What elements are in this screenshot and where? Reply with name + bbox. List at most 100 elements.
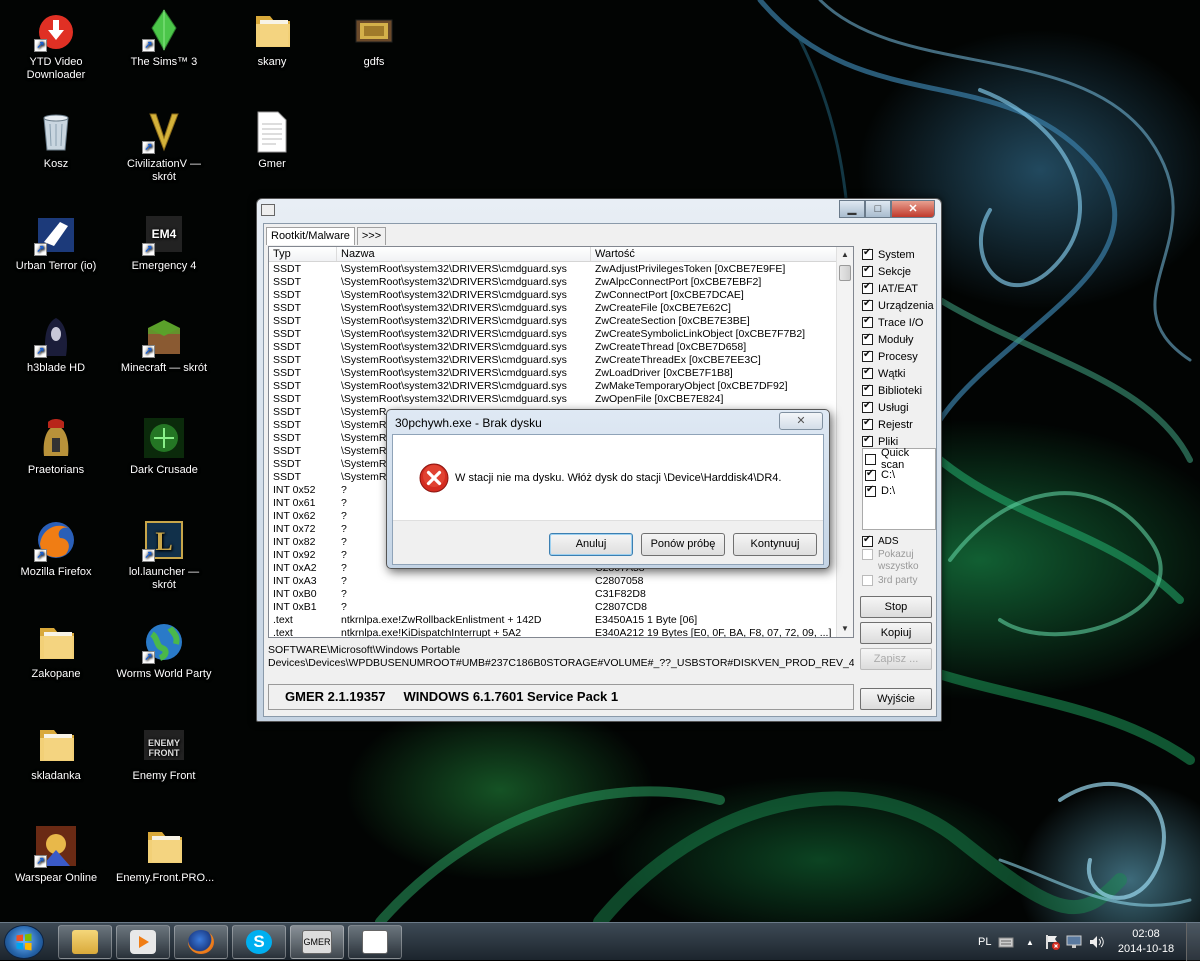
table-row[interactable]: SSDT \SystemRoot\system32\DRIVERS\cmdguar… [269, 289, 837, 302]
desktop-icon[interactable]: ↗ Urban Terror (io) [6, 206, 106, 302]
checkbox-icon[interactable] [862, 417, 873, 430]
option-checkbox[interactable]: Urządzenia [862, 297, 936, 314]
option-checkbox[interactable]: Procesy [862, 348, 936, 365]
scroll-thumb[interactable] [839, 265, 851, 281]
desktop-icon[interactable]: ENEMY FRONT Enemy Front [114, 716, 214, 812]
table-row[interactable]: INT 0xA3? C2807058 [269, 575, 837, 588]
option-checkbox[interactable]: ADS [862, 534, 936, 549]
desktop-icon[interactable]: gdfs [324, 2, 424, 98]
save-button[interactable]: Zapisz ... [860, 648, 932, 670]
desktop-icon[interactable]: ↗ Minecraft — skrót [114, 308, 214, 404]
table-row[interactable]: SSDT \SystemRoot\system32\DRIVERS\cmdguar… [269, 263, 837, 276]
option-checkbox[interactable]: Rejestr [862, 416, 936, 433]
checkbox-icon[interactable] [865, 468, 876, 481]
table-row[interactable]: INT 0xB0? C31F82D8 [269, 588, 837, 601]
checkbox-icon[interactable] [862, 400, 873, 413]
option-checkbox[interactable]: Biblioteki [862, 382, 936, 399]
cancel-button[interactable]: Anuluj [549, 533, 633, 556]
start-button[interactable] [4, 925, 44, 959]
checkbox-icon[interactable] [862, 383, 873, 396]
checkbox-icon[interactable] [862, 315, 873, 328]
checkbox-icon[interactable] [862, 247, 873, 260]
desktop-icon[interactable]: Gmer [222, 104, 322, 200]
checkbox-icon[interactable] [862, 366, 873, 379]
table-row[interactable]: SSDT \SystemRoot\system32\DRIVERS\cmdguar… [269, 341, 837, 354]
desktop-icon[interactable]: Dark Crusade [114, 410, 214, 506]
option-checkbox[interactable]: Moduły [862, 331, 936, 348]
column-header-value[interactable]: Wartość [591, 247, 837, 261]
option-checkbox[interactable]: Pokazuj wszystko [862, 549, 936, 575]
desktop-icon[interactable]: Enemy.Front.PRO... [114, 818, 214, 914]
table-row[interactable]: .text ntkrnlpa.exe!KiDispatchInterrupt + … [269, 627, 837, 637]
desktop-icon[interactable]: ↗ The Sims™ 3 [114, 2, 214, 98]
maximize-icon[interactable]: □ [865, 200, 891, 218]
table-row[interactable]: SSDT \SystemRoot\system32\DRIVERS\cmdguar… [269, 380, 837, 393]
missing-disk-dialog[interactable]: 30pchywh.exe - Brak dysku ✕ W stacji nie… [386, 409, 830, 569]
table-row[interactable]: INT 0xB1? C2807CD8 [269, 601, 837, 614]
language-indicator[interactable]: PL [978, 923, 991, 961]
desktop-icon[interactable]: ↗ h3blade HD [6, 308, 106, 404]
exit-button[interactable]: Wyjście [860, 688, 932, 710]
taskbar-gmer[interactable]: GMER [290, 925, 344, 959]
taskbar-skype[interactable]: S [232, 925, 286, 959]
show-desktop-button[interactable] [1186, 923, 1200, 961]
checkbox-icon[interactable] [862, 281, 873, 294]
checkbox-icon[interactable] [862, 349, 873, 362]
column-header-name[interactable]: Nazwa [337, 247, 591, 261]
option-checkbox[interactable]: Trace I/O [862, 314, 936, 331]
desktop-icon[interactable]: ↗ YTD Video Downloader [6, 2, 106, 98]
taskbar-media-player[interactable] [116, 925, 170, 959]
desktop-icon[interactable]: EM4 ↗ Emergency 4 [114, 206, 214, 302]
close-icon[interactable]: ✕ [891, 200, 935, 218]
volume-icon[interactable] [1088, 923, 1106, 961]
taskbar-dialog[interactable] [348, 925, 402, 959]
checkbox-icon[interactable] [865, 453, 876, 465]
desktop-icon[interactable]: Praetorians [6, 410, 106, 506]
table-row[interactable]: SSDT \SystemRoot\system32\DRIVERS\cmdguar… [269, 302, 837, 315]
copy-button[interactable]: Kopiuj [860, 622, 932, 644]
desktop-icon[interactable]: ↗ Worms World Party [114, 614, 214, 710]
option-checkbox[interactable]: Usługi [862, 399, 936, 416]
scroll-down-icon[interactable]: ▼ [837, 621, 853, 637]
checkbox-icon[interactable] [862, 534, 873, 547]
scroll-up-icon[interactable]: ▲ [837, 247, 853, 263]
table-row[interactable]: SSDT \SystemRoot\system32\DRIVERS\cmdguar… [269, 276, 837, 289]
tab-rootkit-malware[interactable]: Rootkit/Malware [266, 227, 355, 245]
desktop-icon[interactable]: ↗ Mozilla Firefox [6, 512, 106, 608]
checkbox-icon[interactable] [862, 434, 873, 447]
checkbox-icon[interactable] [862, 549, 873, 560]
option-checkbox[interactable]: Sekcje [862, 263, 936, 280]
action-center-icon[interactable] [1044, 923, 1060, 961]
option-checkbox[interactable]: IAT/EAT [862, 280, 936, 297]
taskbar-firefox[interactable] [174, 925, 228, 959]
table-row[interactable]: .text ntkrnlpa.exe!ZwRollbackEnlistment +… [269, 614, 837, 627]
checkbox-icon[interactable] [862, 575, 873, 586]
table-row[interactable]: SSDT \SystemRoot\system32\DRIVERS\cmdguar… [269, 328, 837, 341]
option-checkbox[interactable]: D:\ [865, 483, 933, 499]
table-row[interactable]: SSDT \SystemRoot\system32\DRIVERS\cmdguar… [269, 367, 837, 380]
retry-button[interactable]: Ponów próbę [641, 533, 725, 556]
continue-button[interactable]: Kontynuuj [733, 533, 817, 556]
taskbar-explorer[interactable] [58, 925, 112, 959]
checkbox-icon[interactable] [862, 264, 873, 277]
desktop-icon[interactable]: ↗ CivilizationV — skrót [114, 104, 214, 200]
desktop-icon[interactable]: ↗ Warspear Online [6, 818, 106, 914]
table-row[interactable]: SSDT \SystemRoot\system32\DRIVERS\cmdguar… [269, 354, 837, 367]
network-icon[interactable] [1066, 923, 1082, 961]
checkbox-icon[interactable] [862, 298, 873, 311]
clock[interactable]: 02:08 2014-10-18 [1114, 927, 1178, 957]
desktop-icon[interactable]: skany [222, 2, 322, 98]
desktop-icon[interactable]: Kosz [6, 104, 106, 200]
keyboard-icon[interactable] [998, 923, 1016, 961]
option-checkbox[interactable]: System [862, 246, 936, 263]
dialog-close-icon[interactable]: ✕ [779, 412, 823, 430]
table-row[interactable]: SSDT \SystemRoot\system32\DRIVERS\cmdguar… [269, 393, 837, 406]
stop-button[interactable]: Stop [860, 596, 932, 618]
checkbox-icon[interactable] [862, 332, 873, 345]
option-checkbox[interactable]: Quick scan [865, 447, 933, 471]
tab-more[interactable]: >>> [356, 227, 387, 245]
table-row[interactable]: SSDT \SystemRoot\system32\DRIVERS\cmdguar… [269, 315, 837, 328]
minimize-icon[interactable]: ▁ [839, 200, 865, 218]
desktop-icon[interactable]: Zakopane [6, 614, 106, 710]
vertical-scrollbar[interactable]: ▲ ▼ [836, 247, 853, 637]
